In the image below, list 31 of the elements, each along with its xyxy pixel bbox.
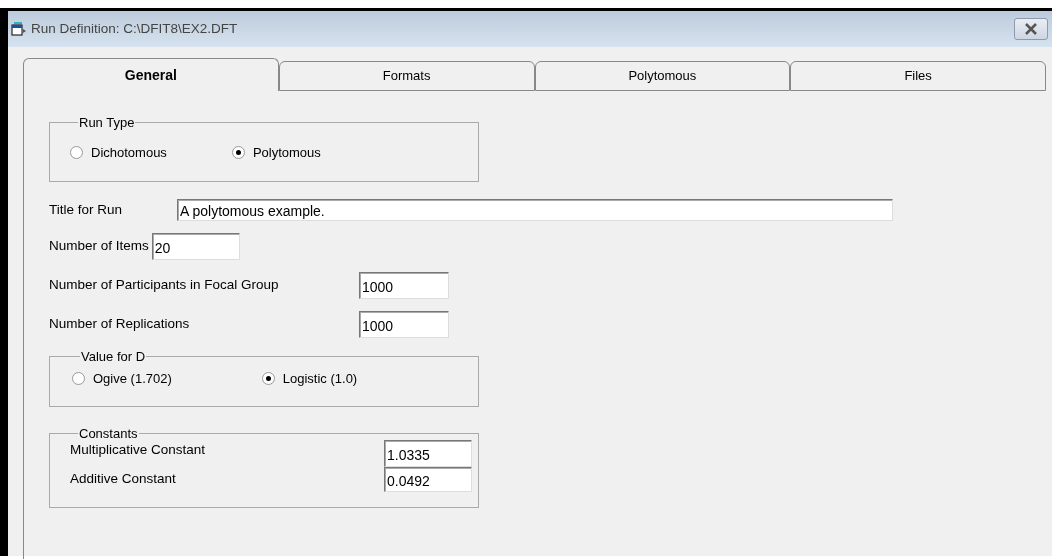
radio-button[interactable]: Polytomous [231,143,321,163]
window-icon [11,22,27,36]
field-label: Number of Participants in Focal Group [49,276,280,295]
input-field[interactable]: 0.0492 [384,467,472,492]
input-field[interactable]: 1000 [359,311,449,338]
close-icon [1024,23,1038,35]
input-field[interactable]: 20 [151,233,240,260]
tab[interactable]: Polytomous [534,61,791,91]
input-field[interactable]: 1.0335 [384,440,472,467]
field-label: Number of Replications [49,315,191,334]
group-label: Run Type [78,116,136,129]
field-label: Multiplicative Constant [70,441,206,459]
field-label: Additive Constant [70,470,176,489]
radio-circle[interactable] [72,372,85,386]
tab[interactable]: General [23,58,279,91]
group-label: Constants [78,427,139,440]
input-field[interactable]: 1000 [359,272,449,299]
radio-button[interactable]: Ogive (1.702) [72,369,172,389]
tab[interactable]: Files [790,61,1046,91]
field-label: Number of Items [49,237,149,256]
radio-circle[interactable] [261,372,275,386]
input-field[interactable]: A polytomous example. [177,199,893,221]
window-title: Run Definition: C:\DFIT8\EX2.DFT [31,19,239,38]
radio-button[interactable]: Logistic (1.0) [261,369,358,389]
radio-circle[interactable] [70,146,83,160]
radio-button[interactable]: Dichotomous [70,143,167,163]
tab[interactable]: Formats [278,61,535,91]
close-button[interactable] [1014,18,1048,40]
radio-circle[interactable] [231,146,245,160]
field-label: Title for Run [49,200,124,219]
group-label: Value for D [80,350,147,363]
